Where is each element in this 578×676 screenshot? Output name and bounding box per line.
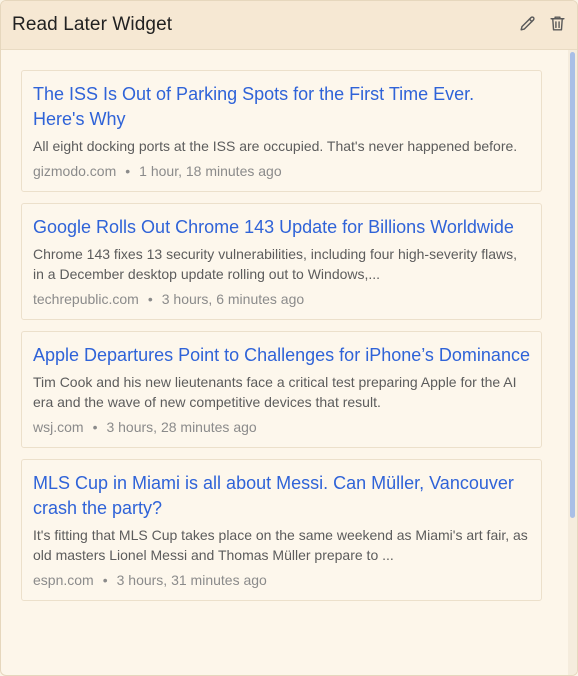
article-card: Google Rolls Out Chrome 143 Update for B… (21, 203, 542, 320)
meta-separator: • (102, 572, 108, 588)
article-time: 1 hour, 18 minutes ago (139, 163, 282, 179)
trash-icon[interactable] (547, 13, 567, 33)
scrollbar[interactable] (568, 50, 577, 675)
article-source: wsj.com (33, 419, 84, 435)
scrollbar-thumb[interactable] (570, 52, 575, 518)
meta-separator: • (125, 163, 131, 179)
article-headline-link[interactable]: The ISS Is Out of Parking Spots for the … (33, 82, 530, 132)
article-meta: espn.com • 3 hours, 31 minutes ago (33, 570, 530, 590)
read-later-widget: Read Later Widget The ISS Is Out of Park… (0, 0, 578, 676)
article-list: The ISS Is Out of Parking Spots for the … (1, 50, 568, 675)
article-description: It's fitting that MLS Cup takes place on… (33, 527, 528, 563)
article-headline-link[interactable]: Apple Departures Point to Challenges for… (33, 343, 530, 368)
header-actions (517, 13, 567, 33)
article-time: 3 hours, 31 minutes ago (116, 572, 267, 588)
meta-separator: • (147, 291, 153, 307)
article-card: MLS Cup in Miami is all about Messi. Can… (21, 459, 542, 601)
article-headline-link[interactable]: MLS Cup in Miami is all about Messi. Can… (33, 471, 530, 521)
article-meta: wsj.com • 3 hours, 28 minutes ago (33, 417, 530, 437)
meta-separator: • (92, 419, 98, 435)
article-headline-link[interactable]: Google Rolls Out Chrome 143 Update for B… (33, 215, 530, 240)
article-source: espn.com (33, 572, 94, 588)
article-card: The ISS Is Out of Parking Spots for the … (21, 70, 542, 192)
article-card: Apple Departures Point to Challenges for… (21, 331, 542, 448)
article-time: 3 hours, 28 minutes ago (106, 419, 257, 435)
article-meta: techrepublic.com • 3 hours, 6 minutes ago (33, 289, 530, 309)
article-meta: gizmodo.com • 1 hour, 18 minutes ago (33, 161, 530, 181)
article-description: Tim Cook and his new lieutenants face a … (33, 374, 517, 410)
article-source: gizmodo.com (33, 163, 117, 179)
article-time: 3 hours, 6 minutes ago (161, 291, 305, 307)
article-source: techrepublic.com (33, 291, 139, 307)
article-description: All eight docking ports at the ISS are o… (33, 138, 518, 154)
pencil-icon[interactable] (517, 13, 537, 33)
article-description: Chrome 143 fixes 13 security vulnerabili… (33, 246, 517, 282)
widget-title: Read Later Widget (12, 14, 173, 35)
widget-header: Read Later Widget (1, 1, 577, 50)
